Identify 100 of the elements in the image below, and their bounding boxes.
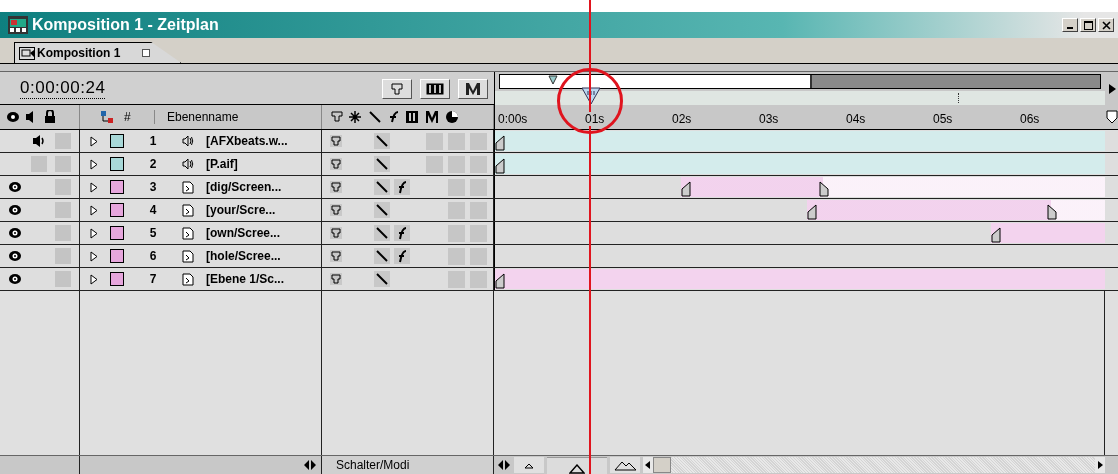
layer-name[interactable]: [hole/Scree... [206, 249, 281, 263]
quality-switch-icon[interactable] [374, 156, 390, 172]
shy-switch-icon[interactable] [330, 227, 342, 239]
label-swatch[interactable] [110, 226, 124, 240]
lock-toggle[interactable] [55, 202, 71, 218]
switch-toggle[interactable] [470, 201, 487, 219]
quality-switch-icon[interactable] [374, 248, 390, 264]
quality-switch-icon[interactable] [374, 271, 390, 287]
effect-switch-icon[interactable] [394, 179, 410, 195]
lock-toggle[interactable] [55, 156, 71, 172]
composition-tab[interactable]: Komposition 1 [14, 42, 182, 63]
switch-toggle[interactable] [470, 132, 487, 150]
effect-switch-icon[interactable] [394, 248, 410, 264]
scrollbar-thumb[interactable] [653, 457, 671, 473]
switch-toggle[interactable] [470, 155, 487, 173]
frame-blend-button[interactable] [420, 78, 450, 99]
scroll-left-icon[interactable] [643, 460, 653, 470]
lock-toggle[interactable] [55, 133, 71, 149]
expand-icon[interactable] [90, 273, 98, 285]
switch-toggle[interactable] [470, 247, 487, 265]
quality-switch-icon[interactable] [374, 225, 390, 241]
switch-toggle[interactable] [470, 224, 487, 242]
in-point-icon[interactable] [495, 158, 505, 174]
label-swatch[interactable] [110, 157, 124, 171]
motion-blur-button[interactable] [458, 78, 488, 99]
switch-toggle[interactable] [448, 201, 465, 219]
expand-icon[interactable] [90, 158, 98, 170]
eye-icon[interactable] [8, 204, 22, 216]
eye-icon[interactable] [8, 273, 22, 285]
layer-duration-bar[interactable] [991, 223, 1105, 243]
quality-switch-icon[interactable] [374, 133, 390, 149]
expand-icon[interactable] [90, 181, 98, 193]
switch-toggle[interactable] [426, 132, 443, 150]
switch-toggle[interactable] [470, 270, 487, 288]
horizontal-scrollbar[interactable] [643, 457, 1105, 473]
switch-toggle[interactable] [448, 178, 465, 196]
label-swatch[interactable] [110, 249, 124, 263]
out-point-icon[interactable] [1047, 204, 1057, 220]
expand-collapse-icon[interactable] [303, 459, 317, 471]
expand-collapse-icon[interactable] [497, 459, 511, 471]
in-point-icon[interactable] [495, 135, 505, 151]
switch-toggle[interactable] [426, 155, 443, 173]
shy-switch-icon[interactable] [330, 135, 342, 147]
switch-toggle[interactable] [448, 224, 465, 242]
switch-toggle[interactable] [470, 178, 487, 196]
in-point-icon[interactable] [495, 273, 505, 289]
shy-switch-icon[interactable] [330, 158, 342, 170]
column-header[interactable]: # [120, 110, 148, 124]
zoom-slider[interactable] [547, 456, 607, 474]
menu-arrow-icon[interactable] [1106, 82, 1117, 95]
expand-icon[interactable] [90, 204, 98, 216]
layer-duration-bar[interactable] [807, 200, 1105, 220]
switches-modes-button[interactable]: Schalter/Modi [322, 456, 494, 474]
zoom-out-icon[interactable] [514, 457, 544, 473]
eye-icon[interactable] [8, 250, 22, 262]
switch-toggle[interactable] [448, 132, 465, 150]
shy-switch-icon[interactable] [330, 250, 342, 262]
layer-name[interactable]: [your/Scre... [206, 203, 276, 217]
out-point-icon[interactable] [819, 181, 829, 197]
shy-button[interactable] [382, 78, 412, 99]
column-header[interactable]: Ebenenname [154, 110, 321, 124]
audio-toggle[interactable] [31, 156, 47, 172]
in-point-icon[interactable] [681, 181, 691, 197]
zoom-in-icon[interactable] [610, 457, 640, 473]
close-button[interactable] [1098, 18, 1114, 32]
current-time[interactable]: 0:00:00:24 [20, 78, 106, 99]
shy-switch-icon[interactable] [330, 181, 342, 193]
label-swatch[interactable] [110, 272, 124, 286]
lock-toggle[interactable] [55, 225, 71, 241]
expand-icon[interactable] [90, 250, 98, 262]
eye-icon[interactable] [8, 181, 22, 193]
time-navigator[interactable] [494, 72, 1105, 105]
lock-toggle[interactable] [55, 271, 71, 287]
expand-icon[interactable] [90, 227, 98, 239]
minimize-button[interactable] [1062, 18, 1078, 32]
expand-icon[interactable] [90, 135, 98, 147]
effect-switch-icon[interactable] [394, 225, 410, 241]
quality-switch-icon[interactable] [374, 202, 390, 218]
scroll-right-icon[interactable] [1095, 460, 1105, 470]
layer-name[interactable]: [own/Scree... [206, 226, 281, 240]
shy-switch-icon[interactable] [330, 204, 342, 216]
layer-name[interactable]: [P.aif] [206, 157, 238, 171]
navigator-marker-icon[interactable] [548, 75, 558, 85]
eye-icon[interactable] [8, 227, 22, 239]
in-point-icon[interactable] [807, 204, 817, 220]
quality-switch-icon[interactable] [374, 179, 390, 195]
lock-toggle[interactable] [55, 248, 71, 264]
switch-toggle[interactable] [448, 247, 465, 265]
speaker-icon[interactable] [32, 134, 46, 148]
slider-thumb-icon[interactable] [569, 463, 585, 474]
switch-toggle[interactable] [448, 270, 465, 288]
layer-name[interactable]: [Ebene 1/Sc... [206, 272, 285, 286]
layer-name[interactable]: [AFXbeats.w... [206, 134, 288, 148]
label-swatch[interactable] [110, 134, 124, 148]
maximize-button[interactable] [1080, 18, 1096, 32]
switch-toggle[interactable] [448, 155, 465, 173]
label-swatch[interactable] [110, 180, 124, 194]
in-point-icon[interactable] [991, 227, 1001, 243]
label-swatch[interactable] [110, 203, 124, 217]
layer-name[interactable]: [dig/Screen... [206, 180, 282, 194]
